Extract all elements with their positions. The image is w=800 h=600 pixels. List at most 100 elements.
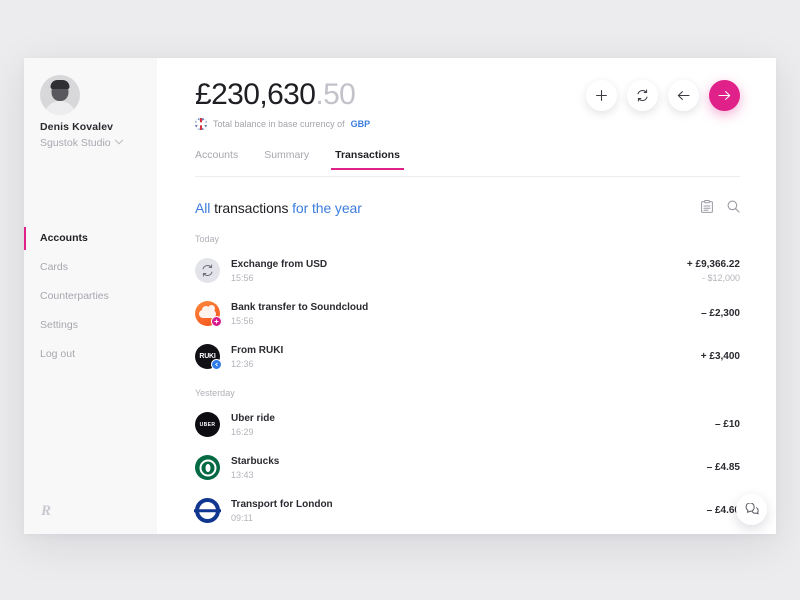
- sidebar-item-counterparties[interactable]: Counterparties: [24, 282, 157, 311]
- tab-summary[interactable]: Summary: [264, 149, 309, 170]
- balance-cents: .50: [315, 78, 356, 111]
- chevron-down-icon: [114, 135, 123, 145]
- tab-divider: [195, 176, 740, 177]
- add-button[interactable]: [586, 80, 617, 111]
- sidebar-nav: Accounts Cards Counterparties Settings L…: [24, 224, 157, 369]
- tab-bar: Accounts Summary Transactions: [195, 149, 404, 170]
- table-row[interactable]: Transport for London 09:11 – £4.60: [195, 494, 740, 527]
- transaction-amount: – £10: [714, 419, 740, 430]
- uber-icon: UBER: [195, 412, 220, 437]
- sidebar-item-label: Accounts: [40, 232, 88, 244]
- section-title-period: for the year: [292, 200, 362, 216]
- uk-flag-icon: [195, 118, 207, 130]
- arrow-right-icon: [718, 91, 731, 100]
- section-title: All transactions for the year: [195, 200, 362, 216]
- ruki-icon: RUKI: [195, 344, 222, 370]
- transaction-amount: + £3,400: [700, 351, 740, 362]
- transaction-time: 13:43: [231, 469, 254, 480]
- plus-icon: [596, 90, 607, 101]
- exchange-icon: [195, 258, 220, 283]
- tab-label: Accounts: [195, 149, 239, 161]
- section-actions: [701, 200, 740, 213]
- group-label: Today: [195, 234, 220, 244]
- sidebar: Denis Kovalev Sgustok Studio Accounts Ca…: [24, 58, 157, 534]
- avatar-hair: [50, 80, 70, 89]
- table-row[interactable]: Starbucks 13:43 – £4.85: [195, 451, 740, 484]
- transaction-amount-secondary: - $12,000: [701, 272, 740, 283]
- sidebar-item-cards[interactable]: Cards: [24, 253, 157, 282]
- sidebar-item-label: Counterparties: [40, 290, 109, 302]
- transactions-list: Today Exchange from USD 15:56 + £9,366.2…: [195, 234, 740, 534]
- transaction-amount: – £2,300: [701, 308, 740, 319]
- transaction-time: 15:56: [231, 315, 254, 326]
- balance-amount: £230,630: [195, 78, 316, 111]
- transaction-amounts: + £3,400: [701, 351, 740, 362]
- tfl-icon: [195, 498, 220, 523]
- transaction-title: Transport for London: [231, 498, 333, 510]
- balance-subtitle: Total balance in base currency of GBP: [195, 118, 370, 130]
- section-title-all: All: [195, 200, 215, 216]
- app-window: Denis Kovalev Sgustok Studio Accounts Ca…: [24, 58, 776, 534]
- brand-logo-icon: R: [41, 503, 52, 519]
- send-button[interactable]: [709, 80, 740, 111]
- group-label: Yesterday: [195, 388, 235, 398]
- outgoing-badge-icon: [211, 316, 222, 327]
- user-org-selector[interactable]: Sgustok Studio: [40, 135, 123, 149]
- transaction-amounts: – £10: [715, 419, 740, 430]
- transaction-amounts: + £9,366.22 - $12,000: [687, 259, 740, 283]
- transaction-amounts: – £4.60: [707, 505, 740, 516]
- main-content: £230,630.50 Total balance in base curren…: [157, 58, 776, 534]
- transaction-title: Bank transfer to Soundcloud: [231, 301, 369, 313]
- transaction-title: Exchange from USD: [231, 258, 328, 270]
- total-balance: £230,630.50: [195, 78, 356, 112]
- user-org-label: Sgustok Studio: [40, 137, 111, 149]
- transaction-title: From RUKI: [231, 344, 284, 356]
- arrow-left-icon: [677, 91, 690, 100]
- transaction-amounts: – £4.85: [707, 462, 740, 473]
- tab-accounts[interactable]: Accounts: [195, 149, 238, 170]
- user-name: Denis Kovalev: [40, 121, 114, 133]
- sidebar-item-accounts[interactable]: Accounts: [24, 224, 157, 253]
- chat-support-button[interactable]: [736, 494, 767, 525]
- tab-transactions[interactable]: Transactions: [331, 149, 404, 170]
- refresh-icon: [637, 89, 648, 102]
- transaction-title: Starbucks: [231, 455, 280, 467]
- tab-label: Transactions: [335, 149, 400, 161]
- transaction-time: 12:36: [231, 358, 254, 369]
- table-row[interactable]: Exchange from USD 15:56 + £9,366.22 - $1…: [195, 254, 740, 287]
- transaction-title: Uber ride: [231, 412, 275, 424]
- transaction-details: From RUKI 12:36: [231, 345, 701, 369]
- exchange-button[interactable]: [627, 80, 658, 111]
- sidebar-item-settings[interactable]: Settings: [24, 311, 157, 340]
- transaction-amount: + £9,366.22: [686, 258, 740, 270]
- chat-icon: [745, 502, 759, 514]
- tab-label: Summary: [264, 149, 310, 161]
- incoming-badge-icon: [211, 359, 222, 370]
- sidebar-item-label: Settings: [40, 319, 78, 331]
- avatar[interactable]: [40, 75, 80, 115]
- starbucks-icon: [195, 455, 220, 480]
- sidebar-item-label: Cards: [40, 261, 69, 273]
- table-row[interactable]: UBER Uber ride 16:29 – £10: [195, 408, 740, 441]
- statement-list-icon[interactable]: [701, 200, 713, 213]
- base-currency-code: GBP: [350, 119, 371, 129]
- transaction-group: Today Exchange from USD 15:56 + £9,366.2…: [195, 234, 740, 373]
- transaction-amount: – £4.85: [706, 462, 740, 473]
- transaction-amount: – £4.60: [706, 505, 740, 516]
- balance-subtitle-text: Total balance in base currency of: [213, 119, 345, 129]
- sidebar-item-logout[interactable]: Log out: [24, 340, 157, 369]
- transaction-details: Bank transfer to Soundcloud 15:56: [231, 302, 701, 326]
- transaction-time: 09:11: [231, 512, 253, 523]
- table-row[interactable]: RUKI From RUKI 12:36 + £3,400: [195, 340, 740, 373]
- soundcloud-icon: [195, 301, 222, 327]
- avatar-body: [44, 101, 76, 115]
- sidebar-item-label: Log out: [40, 348, 76, 360]
- transaction-details: Exchange from USD 15:56: [231, 259, 687, 283]
- header-actions: [586, 80, 740, 111]
- search-icon[interactable]: [727, 200, 740, 213]
- transaction-details: Transport for London 09:11: [231, 499, 707, 523]
- transaction-amounts: – £2,300: [701, 308, 740, 319]
- transaction-group: Yesterday UBER Uber ride 16:29 – £10 Sta…: [195, 388, 740, 527]
- table-row[interactable]: Bank transfer to Soundcloud 15:56 – £2,3…: [195, 297, 740, 330]
- receive-button[interactable]: [668, 80, 699, 111]
